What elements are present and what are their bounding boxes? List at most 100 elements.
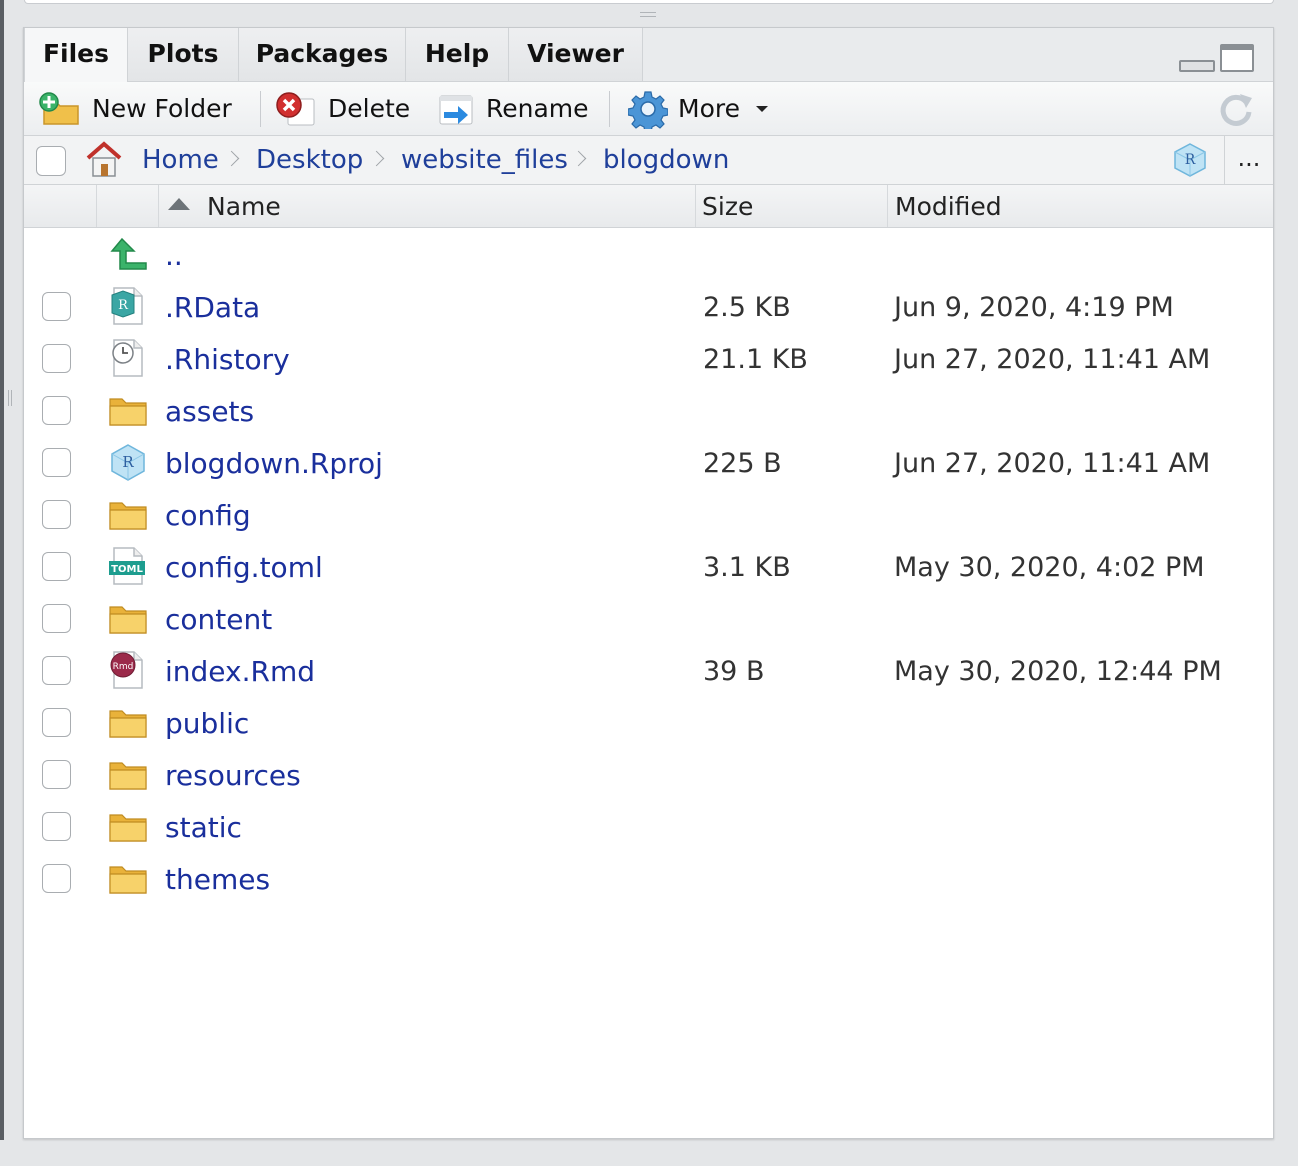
- home-icon[interactable]: [82, 140, 126, 180]
- file-size: 2.5 KB: [703, 292, 791, 323]
- refresh-icon[interactable]: [1216, 90, 1256, 130]
- file-name[interactable]: index.Rmd: [165, 644, 315, 696]
- table-row[interactable]: assets: [24, 384, 1273, 436]
- delete-icon: [276, 91, 315, 125]
- row-checkbox[interactable]: [42, 656, 71, 685]
- folder-icon: [109, 762, 147, 790]
- folder-icon: [109, 710, 147, 738]
- tab-help[interactable]: Help: [406, 28, 509, 81]
- table-row-parent-directory[interactable]: ..: [24, 228, 1273, 280]
- file-name[interactable]: blogdown.Rproj: [165, 436, 383, 488]
- svg-text:R: R: [118, 298, 129, 313]
- name-column-label: Name: [207, 192, 281, 221]
- folder-icon: [109, 398, 147, 426]
- file-name[interactable]: resources: [165, 748, 301, 800]
- row-checkbox[interactable]: [42, 708, 71, 737]
- modified-column-header[interactable]: Modified: [887, 185, 1274, 227]
- sort-ascending-icon: [168, 198, 190, 210]
- tab-packages[interactable]: Packages: [239, 28, 406, 81]
- toolbar-divider: [260, 91, 261, 127]
- svg-text:TOML: TOML: [111, 564, 143, 575]
- file-name[interactable]: .Rhistory: [165, 332, 290, 384]
- files-toolbar: New Folder Delete Rename More: [24, 82, 1273, 136]
- breadcrumb: Home Desktop website_files blogdown R ..…: [24, 136, 1273, 185]
- breadcrumb-more-button[interactable]: ...: [1232, 136, 1266, 184]
- file-name[interactable]: static: [165, 800, 242, 852]
- file-name[interactable]: content: [165, 592, 272, 644]
- file-size: 21.1 KB: [703, 344, 808, 375]
- file-size: 225 B: [703, 448, 782, 479]
- row-checkbox[interactable]: [42, 604, 71, 633]
- table-row[interactable]: TOML config.toml 3.1 KB May 30, 2020, 4:…: [24, 540, 1273, 592]
- table-row[interactable]: public: [24, 696, 1273, 748]
- toml-file-icon: TOML: [109, 547, 145, 585]
- name-column-header[interactable]: Name: [158, 185, 695, 227]
- row-checkbox[interactable]: [42, 344, 71, 373]
- gear-icon: [628, 90, 668, 129]
- chevron-down-icon: [755, 105, 768, 112]
- table-row[interactable]: themes: [24, 852, 1273, 904]
- breadcrumb-chevron-icon: [570, 150, 587, 167]
- rename-label: Rename: [486, 94, 589, 123]
- file-name[interactable]: config: [165, 488, 251, 540]
- file-modified: Jun 9, 2020, 4:19 PM: [894, 292, 1174, 323]
- table-row[interactable]: .Rhistory 21.1 KB Jun 27, 2020, 11:41 AM: [24, 332, 1273, 384]
- folder-icon: [109, 866, 147, 894]
- breadcrumb-desktop[interactable]: Desktop: [256, 136, 363, 184]
- icon-column-header: [96, 185, 159, 227]
- size-column-header[interactable]: Size: [695, 185, 887, 227]
- more-menu-button[interactable]: More: [628, 82, 768, 135]
- breadcrumb-blogdown[interactable]: blogdown: [603, 136, 729, 184]
- file-modified: Jun 27, 2020, 11:41 AM: [894, 344, 1211, 375]
- go-to-project-directory-icon[interactable]: R: [1172, 142, 1208, 178]
- file-name[interactable]: assets: [165, 384, 254, 436]
- file-name[interactable]: ..: [165, 228, 183, 280]
- side-splitter-handle[interactable]: [8, 390, 16, 406]
- svg-text:Rmd: Rmd: [113, 662, 134, 672]
- pane-splitter-handle[interactable]: [640, 12, 656, 20]
- breadcrumb-website-files[interactable]: website_files: [401, 136, 568, 184]
- new-folder-label: New Folder: [92, 94, 232, 123]
- row-checkbox[interactable]: [42, 760, 71, 789]
- breadcrumb-home[interactable]: Home: [142, 136, 219, 184]
- file-modified: May 30, 2020, 4:02 PM: [894, 552, 1205, 583]
- file-name[interactable]: .RData: [165, 280, 260, 332]
- rename-icon: [439, 95, 473, 124]
- row-checkbox[interactable]: [42, 864, 71, 893]
- table-row[interactable]: R blogdown.Rproj 225 B Jun 27, 2020, 11:…: [24, 436, 1273, 488]
- new-folder-button[interactable]: New Folder: [38, 82, 232, 135]
- row-checkbox[interactable]: [42, 812, 71, 841]
- table-row[interactable]: Rmd index.Rmd 39 B May 30, 2020, 12:44 P…: [24, 644, 1273, 696]
- tab-plots[interactable]: Plots: [128, 28, 239, 81]
- select-all-checkbox[interactable]: [36, 146, 66, 176]
- minimize-pane-icon[interactable]: [1179, 60, 1215, 72]
- table-row[interactable]: resources: [24, 748, 1273, 800]
- upper-pane-edge: [24, 0, 1274, 4]
- tab-viewer[interactable]: Viewer: [509, 28, 643, 81]
- table-row[interactable]: config: [24, 488, 1273, 540]
- delete-button[interactable]: Delete: [274, 82, 410, 135]
- row-checkbox[interactable]: [42, 292, 71, 321]
- rename-button[interactable]: Rename: [436, 82, 589, 135]
- row-checkbox[interactable]: [42, 448, 71, 477]
- rmd-file-icon: Rmd: [110, 651, 143, 689]
- file-name[interactable]: public: [165, 696, 249, 748]
- row-checkbox[interactable]: [42, 552, 71, 581]
- row-checkbox[interactable]: [42, 396, 71, 425]
- table-row[interactable]: content: [24, 592, 1273, 644]
- maximize-pane-icon[interactable]: [1220, 44, 1254, 72]
- breadcrumb-divider: [1224, 136, 1225, 184]
- file-size: 39 B: [703, 656, 765, 687]
- toolbar-divider: [609, 91, 610, 127]
- tab-files[interactable]: Files: [24, 28, 128, 82]
- files-pane: Files Plots Packages Help Viewer New Fol…: [23, 27, 1274, 1139]
- file-size: 3.1 KB: [703, 552, 791, 583]
- table-row[interactable]: R .RData 2.5 KB Jun 9, 2020, 4:19 PM: [24, 280, 1273, 332]
- modified-column-label: Modified: [895, 192, 1002, 221]
- file-name[interactable]: config.toml: [165, 540, 323, 592]
- table-row[interactable]: static: [24, 800, 1273, 852]
- parent-dir-icon: [110, 237, 147, 270]
- row-checkbox[interactable]: [42, 500, 71, 529]
- file-name[interactable]: themes: [165, 852, 270, 904]
- file-table-header: Name Size Modified: [24, 185, 1273, 228]
